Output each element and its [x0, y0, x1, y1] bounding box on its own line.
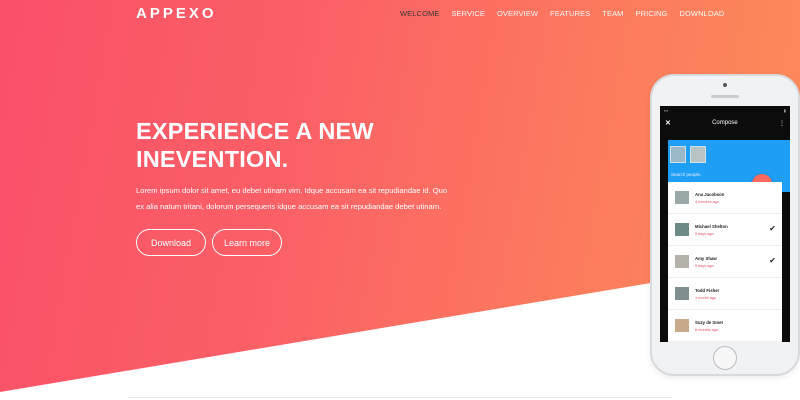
nav-item-download[interactable]: DOWNLOAD [679, 9, 724, 18]
contact-name: Suzy de Smet [695, 320, 723, 325]
more-vertical-icon[interactable]: ⋮ [779, 120, 785, 127]
headline-line-1: EXPERIENCE A NEW [136, 118, 374, 144]
contact-name: Amy Shaw [695, 256, 717, 261]
list-item[interactable]: Michael Shelton 5 days ago ✔ [668, 214, 782, 246]
phone-camera [723, 83, 727, 87]
contact-name: Michael Shelton [695, 224, 728, 229]
list-item[interactable]: Todd Fisher 1 month ago [668, 278, 782, 310]
contact-time: 6 months ago [695, 328, 719, 332]
search-input[interactable]: Search people.. [671, 172, 703, 177]
avatar [675, 319, 689, 332]
hero-lead-text: Lorem ipsum dolor sit amet, eu debet uti… [136, 186, 448, 211]
contact-list: Ana Jacobson 4 minutes ago Michael Shelt… [668, 182, 782, 342]
selected-avatar[interactable] [670, 146, 686, 163]
avatar [675, 223, 689, 236]
selected-avatar[interactable] [690, 146, 706, 163]
learn-more-button[interactable]: Learn more [212, 229, 282, 256]
contact-time: 5 days ago [695, 232, 714, 236]
app-bar-title: Compose [712, 120, 738, 126]
main-nav: WELCOME SERVICE OVERVIEW FEATURES TEAM P… [400, 9, 736, 18]
contact-time: 4 minutes ago [695, 200, 719, 204]
contact-name: Todd Fisher [695, 288, 720, 293]
list-item[interactable]: Ana Jacobson 4 minutes ago [668, 182, 782, 214]
avatar [675, 255, 689, 268]
contact-name: Ana Jacobson [695, 192, 725, 197]
nav-item-welcome[interactable]: WELCOME [400, 9, 439, 18]
nav-item-team[interactable]: TEAM [602, 9, 623, 18]
status-bar: ▪▪▪ ▮ [664, 108, 786, 113]
contact-time: 5 days ago [695, 264, 714, 268]
download-button[interactable]: Download [136, 229, 206, 256]
phone-speaker [711, 95, 739, 98]
home-button [713, 346, 737, 370]
app-bar: ✕ Compose ⋮ [660, 116, 790, 130]
list-item[interactable]: Suzy de Smet 6 months ago [668, 310, 782, 342]
divider [128, 397, 672, 398]
nav-item-overview[interactable]: OVERVIEW [497, 9, 538, 18]
nav-item-service[interactable]: SERVICE [451, 9, 485, 18]
headline-line-2: INEVENTION. [136, 146, 289, 172]
check-icon: ✔ [769, 224, 776, 233]
nav-item-features[interactable]: FEATURES [550, 9, 590, 18]
close-icon[interactable]: ✕ [665, 119, 671, 127]
phone-mockup: ▪▪▪▮ ✕ Compose ⋮ Search people.. ➔ Ana J… [650, 74, 800, 376]
brand-logo[interactable]: APPEXO [136, 5, 217, 22]
hero-headline: EXPERIENCE A NEW INEVENTION. [136, 117, 466, 173]
nav-item-pricing[interactable]: PRICING [636, 9, 668, 18]
list-item[interactable]: Amy Shaw 5 days ago ✔ [668, 246, 782, 278]
avatar [675, 191, 689, 204]
avatar [675, 287, 689, 300]
contact-time: 1 month ago [695, 296, 717, 300]
check-icon: ✔ [769, 256, 776, 265]
